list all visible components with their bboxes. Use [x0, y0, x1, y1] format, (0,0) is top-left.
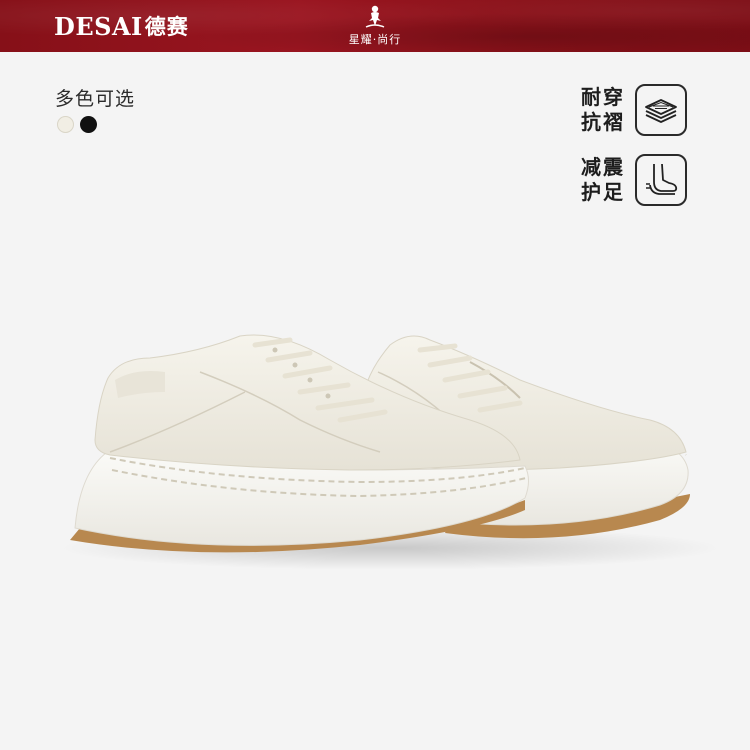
feature-cushioning-line1: 减震: [581, 155, 625, 179]
brand-banner: DESAI 德赛 星耀·尚行: [0, 0, 750, 52]
sneaker-pair-illustration: [60, 334, 720, 570]
feature-cushioning: 减震 护足: [581, 154, 687, 206]
brand-name-latin: DESAI: [54, 11, 143, 41]
feature-durability-line1: 耐穿: [581, 85, 625, 109]
product-image-sneakers: [0, 300, 750, 580]
feature-cushioning-text: 减震 护足: [581, 155, 625, 205]
layered-sole-icon: [635, 84, 687, 136]
brand-emblem: 星耀·尚行: [340, 4, 410, 50]
foot-cushion-icon: [635, 154, 687, 206]
feature-durability-line2: 抗褶: [581, 110, 625, 134]
feature-durability-text: 耐穿 抗褶: [581, 85, 625, 135]
brand-name-chinese: 德赛: [144, 15, 189, 39]
feature-durability: 耐穿 抗褶: [581, 84, 687, 136]
figure-emblem-icon: [365, 5, 385, 28]
feature-cushioning-line2: 护足: [581, 180, 625, 204]
brand-slogan: 星耀·尚行: [348, 33, 402, 46]
color-swatch-black[interactable]: [80, 116, 97, 133]
color-swatch-white[interactable]: [57, 116, 74, 133]
color-options-label: 多色可选: [55, 88, 136, 110]
brand-logo[interactable]: DESAI 德赛: [54, 11, 189, 41]
